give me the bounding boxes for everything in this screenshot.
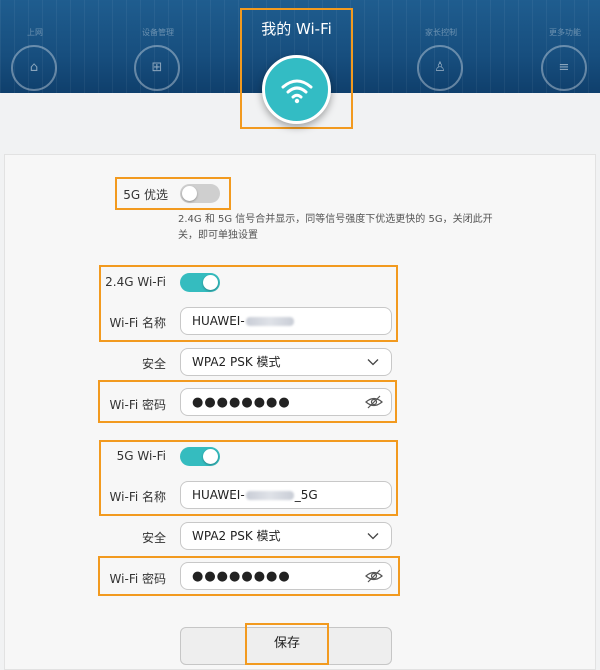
chevron-down-icon bbox=[367, 533, 379, 540]
nav-icon-circle: ♙ bbox=[417, 45, 463, 91]
ssid-redacted bbox=[245, 317, 294, 326]
nav-item-internet[interactable]: 上网 ⌂ bbox=[0, 0, 70, 93]
band-24-security-select[interactable]: WPA2 PSK 模式 bbox=[180, 348, 392, 376]
nav-label: 家长控制 bbox=[425, 28, 457, 37]
band-5-security-label: 安全 bbox=[141, 531, 166, 545]
band-5-toggle-label: 5G Wi-Fi bbox=[116, 449, 166, 463]
my-wifi-title: 我的 Wi-Fi bbox=[261, 20, 332, 38]
band-5-password-label: Wi-Fi 密码 bbox=[109, 572, 166, 586]
nav-item-my-wifi[interactable]: 我的 Wi-Fi bbox=[240, 8, 353, 129]
ssid-prefix: HUAWEI- bbox=[192, 488, 245, 502]
prefer-5g-toggle[interactable] bbox=[180, 184, 220, 203]
band-24-security-label: 安全 bbox=[141, 357, 166, 371]
toggle-knob bbox=[203, 449, 218, 464]
nav-label: 设备管理 bbox=[142, 28, 174, 37]
toggle-knob bbox=[182, 186, 197, 201]
band-24-toggle[interactable] bbox=[180, 273, 220, 292]
nav-label: 上网 bbox=[27, 28, 43, 37]
band-24-toggle-label: 2.4G Wi-Fi bbox=[105, 275, 166, 289]
band-5-toggle[interactable] bbox=[180, 447, 220, 466]
band-24-name-label: Wi-Fi 名称 bbox=[109, 316, 166, 330]
toggle-knob bbox=[203, 275, 218, 290]
band-24-password-input[interactable]: ●●●●●●●● bbox=[180, 388, 392, 416]
band-5-security-select[interactable]: WPA2 PSK 模式 bbox=[180, 522, 392, 550]
password-mask: ●●●●●●●● bbox=[192, 395, 291, 410]
devices-icon: ⊞ bbox=[151, 60, 163, 75]
band-5-name-label: Wi-Fi 名称 bbox=[109, 490, 166, 504]
home-icon: ⌂ bbox=[29, 60, 39, 75]
eye-off-icon[interactable] bbox=[365, 568, 383, 584]
nav-item-more[interactable]: 更多功能 ≡ bbox=[530, 0, 600, 93]
nav-item-parental[interactable]: 家长控制 ♙ bbox=[406, 0, 476, 93]
menu-icon: ≡ bbox=[558, 60, 570, 75]
nav-icon-circle: ≡ bbox=[541, 45, 587, 91]
security-value: WPA2 PSK 模式 bbox=[192, 529, 281, 543]
ssid-redacted bbox=[245, 491, 294, 500]
band-24-password-label: Wi-Fi 密码 bbox=[109, 398, 166, 412]
ssid-prefix: HUAWEI- bbox=[192, 314, 245, 328]
band-5-name-input[interactable]: HUAWEI- _5G bbox=[180, 481, 392, 509]
ssid-suffix: _5G bbox=[294, 488, 318, 502]
band-24-name-input[interactable]: HUAWEI- bbox=[180, 307, 392, 335]
prefer-5g-note: 2.4G 和 5G 信号合并显示，同等信号强度下优选更快的 5G，关闭此开关，即… bbox=[178, 214, 493, 241]
security-value: WPA2 PSK 模式 bbox=[192, 355, 281, 369]
password-mask: ●●●●●●●● bbox=[192, 569, 291, 584]
wifi-icon bbox=[262, 55, 331, 124]
nav-icon-circle: ⊞ bbox=[134, 45, 180, 91]
band-5-password-input[interactable]: ●●●●●●●● bbox=[180, 562, 392, 590]
user-icon: ♙ bbox=[434, 60, 446, 75]
prefer-5g-label: 5G 优选 bbox=[123, 188, 168, 202]
nav-icon-circle: ⌂ bbox=[11, 45, 57, 91]
nav-item-devices[interactable]: 设备管理 ⊞ bbox=[123, 0, 193, 93]
chevron-down-icon bbox=[367, 359, 379, 366]
save-button[interactable]: 保存 bbox=[245, 623, 329, 665]
nav-label: 更多功能 bbox=[549, 28, 581, 37]
eye-off-icon[interactable] bbox=[365, 394, 383, 410]
